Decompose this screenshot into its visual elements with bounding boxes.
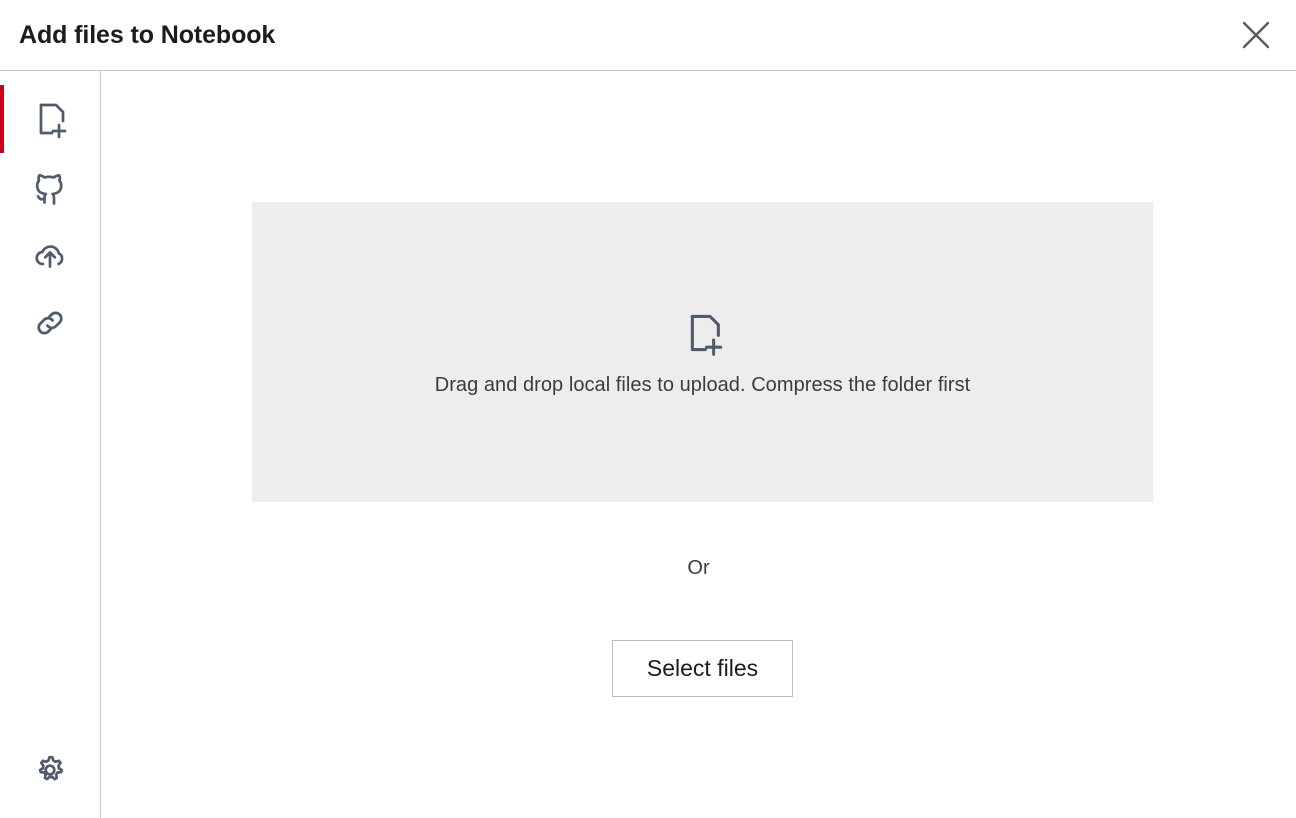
or-separator-label: Or — [687, 557, 710, 579]
dialog-header: Add files to Notebook — [0, 0, 1296, 71]
sidebar — [0, 71, 101, 818]
file-plus-icon — [28, 97, 72, 141]
gear-icon — [28, 748, 72, 792]
sidebar-item-link[interactable] — [0, 289, 100, 357]
sidebar-item-local-files[interactable] — [0, 85, 100, 153]
main-panel: Drag and drop local files to upload. Com… — [101, 71, 1296, 818]
dialog-body: Drag and drop local files to upload. Com… — [0, 71, 1296, 818]
sidebar-footer-nav — [0, 736, 100, 818]
dropzone-file-plus-icon — [677, 307, 729, 359]
file-dropzone[interactable]: Drag and drop local files to upload. Com… — [252, 202, 1153, 502]
github-icon — [28, 165, 72, 209]
sidebar-item-cloud-upload[interactable] — [0, 221, 100, 289]
close-icon — [1241, 20, 1271, 50]
cloud-upload-icon — [28, 233, 72, 277]
page-title: Add files to Notebook — [19, 20, 276, 49]
sidebar-item-github[interactable] — [0, 153, 100, 221]
active-indicator — [0, 85, 4, 153]
dropzone-instruction-text: Drag and drop local files to upload. Com… — [434, 374, 971, 396]
close-button[interactable] — [1232, 11, 1280, 59]
add-files-dialog: Add files to Notebook Drag and drop loca… — [0, 0, 1296, 818]
link-icon — [28, 301, 72, 345]
select-files-button[interactable]: Select files — [612, 640, 793, 697]
sidebar-item-settings[interactable] — [0, 736, 100, 804]
sidebar-primary-nav — [0, 71, 100, 357]
